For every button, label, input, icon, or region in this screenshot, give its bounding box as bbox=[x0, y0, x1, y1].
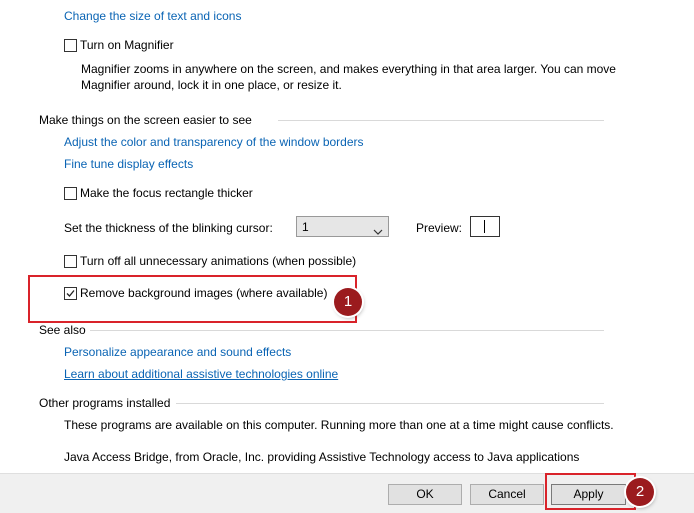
animations-label[interactable]: Turn off all unnecessary animations (whe… bbox=[80, 254, 356, 268]
other-programs-heading: Other programs installed bbox=[39, 396, 171, 410]
step-badge-1: 1 bbox=[334, 288, 362, 316]
easier-to-see-divider bbox=[278, 120, 604, 121]
magnifier-description-line-2: Magnifier around, lock it in one place, … bbox=[81, 78, 342, 92]
cursor-thickness-value: 1 bbox=[302, 220, 309, 234]
ok-button[interactable]: OK bbox=[388, 484, 462, 505]
magnifier-checkbox[interactable] bbox=[64, 39, 77, 52]
fine-tune-display-effects-link[interactable]: Fine tune display effects bbox=[64, 157, 193, 171]
magnifier-checkbox-label[interactable]: Turn on Magnifier bbox=[80, 38, 174, 52]
step-badge-2: 2 bbox=[626, 478, 654, 506]
focus-rectangle-checkbox[interactable] bbox=[64, 187, 77, 200]
remove-background-label[interactable]: Remove background images (where availabl… bbox=[80, 286, 327, 300]
other-programs-description: These programs are available on this com… bbox=[64, 418, 614, 432]
animations-checkbox[interactable] bbox=[64, 255, 77, 268]
see-also-heading: See also bbox=[39, 323, 86, 337]
preview-label: Preview: bbox=[416, 221, 463, 235]
cursor-thickness-dropdown[interactable]: 1 bbox=[296, 216, 389, 237]
remove-background-checkbox[interactable] bbox=[64, 287, 77, 300]
adjust-window-borders-link[interactable]: Adjust the color and transparency of the… bbox=[64, 135, 364, 149]
easier-to-see-heading: Make things on the screen easier to see bbox=[39, 113, 252, 127]
chevron-down-icon bbox=[373, 224, 383, 238]
focus-rectangle-label[interactable]: Make the focus rectangle thicker bbox=[80, 186, 253, 200]
personalize-appearance-link[interactable]: Personalize appearance and sound effects bbox=[64, 345, 291, 359]
change-text-size-link[interactable]: Change the size of text and icons bbox=[64, 9, 241, 23]
installed-program-item: Java Access Bridge, from Oracle, Inc. pr… bbox=[64, 450, 580, 464]
cursor-thickness-label: Set the thickness of the blinking cursor… bbox=[64, 221, 273, 235]
cursor-preview-caret bbox=[484, 220, 485, 233]
apply-button[interactable]: Apply bbox=[551, 484, 626, 505]
learn-assistive-technologies-link[interactable]: Learn about additional assistive technol… bbox=[64, 367, 338, 381]
other-programs-divider bbox=[176, 403, 604, 404]
see-also-divider bbox=[90, 330, 604, 331]
checkmark-icon bbox=[66, 290, 75, 297]
magnifier-description-line-1: Magnifier zooms in anywhere on the scree… bbox=[81, 62, 616, 76]
cancel-button[interactable]: Cancel bbox=[470, 484, 544, 505]
cursor-preview-box bbox=[470, 216, 500, 237]
